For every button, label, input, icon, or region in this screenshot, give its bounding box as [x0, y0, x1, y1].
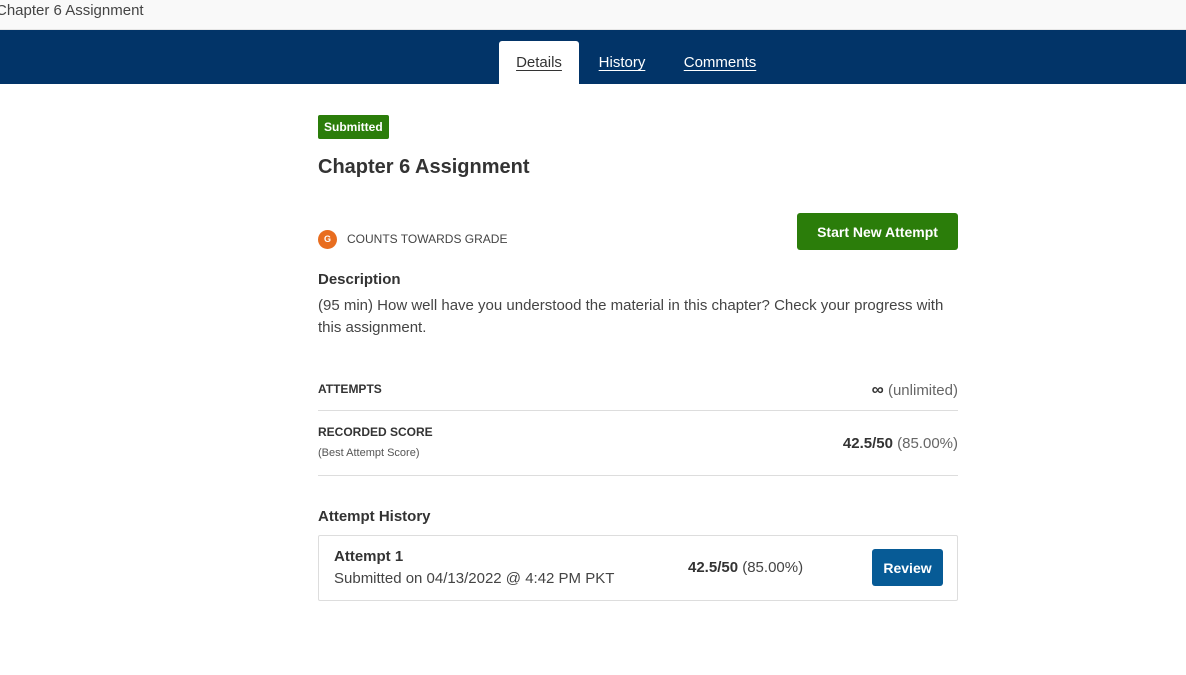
- grade-label: COUNTS TOWARDS GRADE: [347, 232, 508, 246]
- recorded-score-label: RECORDED SCORE: [318, 425, 433, 439]
- attempts-unlimited-text: (unlimited): [887, 382, 958, 399]
- tab-navbar: Details History Comments: [0, 30, 1186, 84]
- attempt-history-heading: Attempt History: [318, 508, 431, 525]
- attempt-submitted-date: Submitted on 04/13/2022 @ 4:42 PM PKT: [334, 570, 615, 587]
- divider: [318, 475, 958, 476]
- attempts-value: ∞ (unlimited): [872, 380, 958, 400]
- recorded-score-value: 42.5/50 (85.00%): [843, 435, 958, 452]
- recorded-score-percent: (85.00%): [897, 435, 958, 452]
- best-attempt-score-note: (Best Attempt Score): [318, 447, 420, 459]
- attempt-score-percent: (85.00%): [742, 559, 804, 576]
- infinity-icon: ∞: [871, 380, 884, 399]
- divider: [318, 410, 958, 411]
- window-title: Chapter 6 Assignment: [0, 2, 144, 19]
- review-button[interactable]: Review: [872, 549, 943, 586]
- tab-history[interactable]: History: [588, 41, 656, 84]
- status-badge: Submitted: [318, 115, 389, 139]
- recorded-score-points: 42.5/50: [842, 435, 893, 452]
- description-heading: Description: [318, 271, 401, 288]
- description-text: (95 min) How well have you understood th…: [318, 297, 944, 336]
- attempts-label: ATTEMPTS: [318, 382, 382, 396]
- window-titlebar: Chapter 6 Assignment: [0, 0, 1186, 30]
- attempt-score: 42.5/50 (85.00%): [688, 559, 803, 576]
- tab-comments[interactable]: Comments: [672, 41, 768, 84]
- grade-icon: G: [318, 230, 337, 249]
- page-title: Chapter 6 Assignment: [318, 156, 530, 178]
- tab-details[interactable]: Details: [499, 41, 579, 84]
- start-new-attempt-button[interactable]: Start New Attempt: [797, 213, 958, 250]
- attempt-score-points: 42.5/50: [688, 559, 739, 576]
- attempt-card: Attempt 1 Submitted on 04/13/2022 @ 4:42…: [318, 535, 958, 601]
- attempt-title: Attempt 1: [334, 548, 404, 565]
